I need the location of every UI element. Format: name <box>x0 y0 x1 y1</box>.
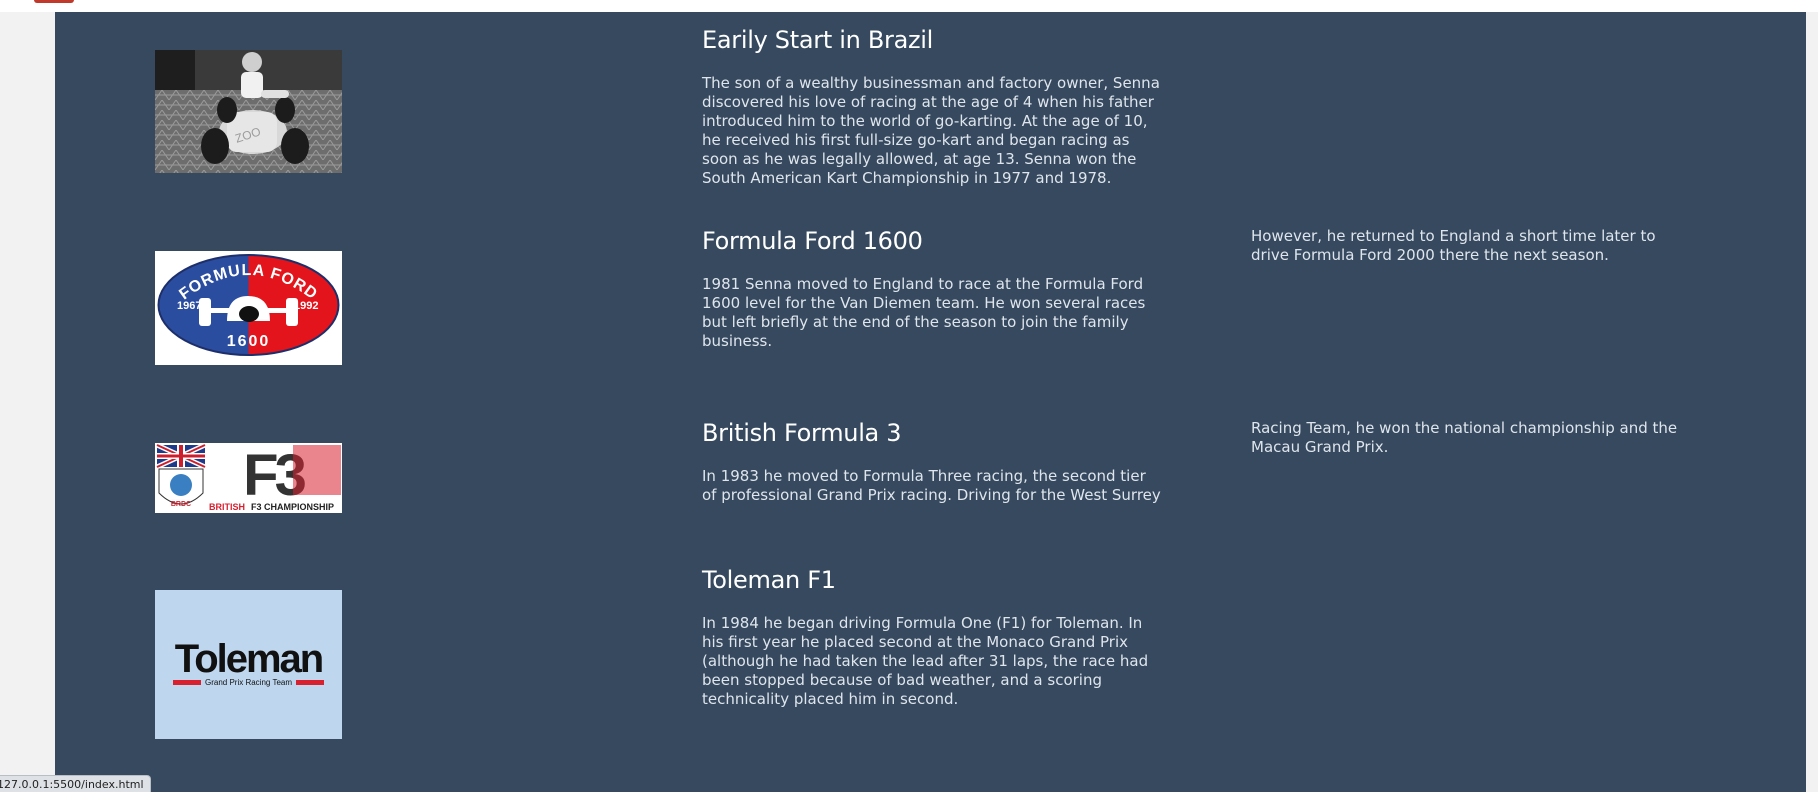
toleman-logo-tagline: Grand Prix Racing Team <box>205 678 292 687</box>
formula-ford-logo-year-left: 1967 <box>177 300 201 312</box>
formula-ford-logo-number: 1600 <box>227 333 271 350</box>
section-text: In 1983 he moved to Formula Three racing… <box>702 467 1161 504</box>
section-heading: Earily Start in Brazil <box>702 26 934 54</box>
browser-viewport: ZOO Earily Start in Brazil The son of a … <box>0 0 1818 792</box>
red-accent-mark <box>34 0 74 3</box>
section-heading: Toleman F1 <box>702 566 836 594</box>
f3-caption-dark: F3 CHAMPIONSHIP <box>251 502 334 512</box>
toleman-logo-name: Toleman <box>175 637 323 681</box>
section-side-text: Racing Team, he won the national champio… <box>1251 419 1678 456</box>
left-gutter <box>0 12 55 792</box>
brdc-badge-label: BRDC <box>171 501 191 508</box>
section-text: The son of a wealthy businessman and fac… <box>702 74 1160 187</box>
section-text: In 1984 he began driving Formula One (F1… <box>702 614 1149 708</box>
f3-caption-red: BRITISH <box>209 502 245 512</box>
top-strip <box>0 0 1818 12</box>
section-side-text: However, he returned to England a short … <box>1251 227 1656 264</box>
section-heading: Formula Ford 1600 <box>702 227 923 255</box>
toleman-logo: Toleman Grand Prix Racing Team <box>155 590 342 739</box>
formula-ford-logo-year-right: 1992 <box>294 300 318 312</box>
british-f3-logo: BRDC F3 BRITISH F3 CHAMPIONSHIP <box>155 443 342 513</box>
section-heading: British Formula 3 <box>702 419 902 447</box>
right-gutter <box>1806 12 1818 792</box>
main-content: ZOO Earily Start in Brazil The son of a … <box>55 12 1806 792</box>
status-bar-url: 127.0.0.1:5500/index.html <box>0 775 151 792</box>
section-text: 1981 Senna moved to England to race at t… <box>702 275 1146 350</box>
formula-ford-logo: FORMULA FORD 1967 1992 1600 <box>155 251 342 365</box>
go-kart-photo: ZOO <box>155 50 342 173</box>
